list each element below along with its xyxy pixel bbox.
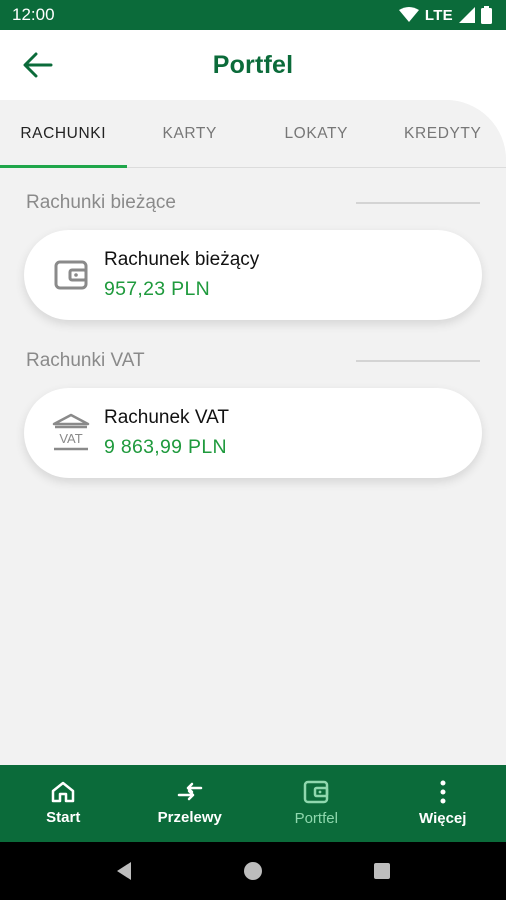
bottom-nav: Start Przelewy Portfel Więcej (0, 765, 506, 842)
back-arrow-icon (23, 52, 53, 78)
section-title: Rachunki VAT (26, 350, 145, 371)
vat-bank-icon: VAT (52, 413, 90, 451)
home-icon (52, 781, 75, 803)
section-header-current-accounts: Rachunki bieżące (0, 188, 506, 218)
nav-label: Start (46, 809, 81, 826)
tab-lokaty[interactable]: LOKATY (253, 100, 380, 167)
account-card-current[interactable]: Rachunek bieżący 957,23 PLN (24, 230, 482, 320)
signal-icon (459, 7, 475, 23)
system-home-button[interactable] (233, 851, 273, 891)
account-card-vat[interactable]: VAT Rachunek VAT 9 863,99 PLN (24, 388, 482, 478)
nav-label: Przelewy (157, 809, 222, 826)
account-balance: 957,23 PLN (104, 278, 210, 300)
page-title: Portfel (212, 50, 294, 79)
more-dots-icon (440, 780, 446, 804)
status-time: 12:00 (12, 5, 55, 24)
system-nav-bar (0, 842, 506, 900)
nav-item-wiecej[interactable]: Więcej (380, 765, 506, 842)
tab-karty[interactable]: KARTY (127, 100, 254, 167)
section-divider (356, 360, 480, 362)
section-header-vat-accounts: Rachunki VAT (0, 346, 506, 376)
account-balance: 9 863,99 PLN (104, 436, 227, 458)
system-back-button[interactable] (104, 851, 144, 891)
transfer-arrows-icon (177, 782, 202, 801)
tab-bar: RACHUNKI KARTY LOKATY KREDYTY (0, 100, 506, 168)
nav-label: Więcej (419, 810, 467, 827)
section-divider (356, 202, 480, 204)
status-bar: 12:00 LTE (0, 0, 506, 30)
tab-rachunki[interactable]: RACHUNKI (0, 100, 127, 168)
square-recents-icon (373, 863, 390, 879)
wallet-icon (304, 780, 329, 804)
system-recents-button[interactable] (362, 851, 402, 891)
account-name: Rachunek bieżący (104, 249, 260, 270)
tab-kredyty[interactable]: KREDYTY (380, 100, 506, 167)
back-button[interactable] (18, 48, 58, 82)
wifi-icon (398, 7, 419, 22)
nav-item-start[interactable]: Start (0, 765, 127, 842)
circle-home-icon (243, 862, 262, 880)
network-type: LTE (424, 6, 453, 24)
status-icons: LTE (398, 6, 492, 24)
battery-icon (481, 6, 492, 24)
content-area: RACHUNKI KARTY LOKATY KREDYTY Rachunki b… (0, 100, 506, 765)
app-header: Portfel (0, 30, 506, 100)
nav-label: Portfel (294, 810, 338, 827)
account-name: Rachunek VAT (104, 407, 229, 428)
triangle-back-icon (117, 862, 132, 880)
wallet-icon (54, 260, 88, 290)
nav-item-portfel[interactable]: Portfel (253, 765, 380, 842)
svg-text:VAT: VAT (59, 431, 82, 446)
nav-item-przelewy[interactable]: Przelewy (127, 765, 254, 842)
section-title: Rachunki bieżące (26, 192, 176, 213)
